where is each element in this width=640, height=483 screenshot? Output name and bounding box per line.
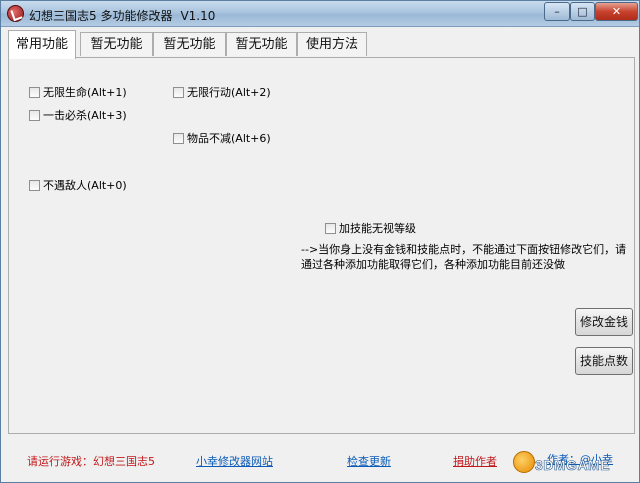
skill-ignore-level-checkbox[interactable]: 加技能无视等级: [325, 220, 416, 236]
checkbox-box[interactable]: [173, 132, 184, 144]
tab-common[interactable]: 常用功能: [8, 30, 76, 59]
checkbox-box[interactable]: [29, 109, 40, 121]
window-title: 幻想三国志5 多功能修改器 V1.10: [29, 7, 215, 24]
donate-link[interactable]: 捐助作者: [453, 453, 497, 469]
infinite-hp-label: 无限生命(Alt+1): [43, 86, 127, 99]
checkbox-box[interactable]: [173, 86, 184, 98]
title-version: V1.10: [180, 9, 216, 23]
one-hit-kill-label: 一击必杀(Alt+3): [43, 109, 127, 122]
tab-empty-3[interactable]: 暂无功能: [226, 32, 297, 56]
tab-panel: 无限生命(Alt+1) 无限行动(Alt+2) 一击必杀(Alt+3) 物品不减…: [8, 57, 635, 434]
items-unlimited-checkbox[interactable]: 物品不减(Alt+6): [173, 130, 271, 146]
run-game-status: 请运行游戏：幻想三国志5: [27, 455, 155, 468]
skill-ignore-level-label: 加技能无视等级: [339, 222, 416, 235]
trainer-window: 幻想三国志5 多功能修改器 V1.10 – □ ✕ 常用功能 暂无功能 暂无功能 …: [0, 0, 640, 483]
no-encounter-label: 不遇敌人(Alt+0): [43, 179, 127, 192]
edit-money-button[interactable]: 修改金钱: [575, 308, 633, 336]
title-bar[interactable]: 幻想三国志5 多功能修改器 V1.10 – □ ✕: [1, 1, 639, 27]
site-link[interactable]: 小幸修改器网站: [196, 453, 273, 469]
title-text: 幻想三国志5 多功能修改器: [29, 9, 173, 23]
tab-empty-1[interactable]: 暂无功能: [80, 32, 153, 56]
tab-empty-2[interactable]: 暂无功能: [153, 32, 226, 56]
minimize-button[interactable]: –: [544, 2, 570, 21]
infinite-hp-checkbox[interactable]: 无限生命(Alt+1): [29, 84, 127, 100]
skill-points-button[interactable]: 技能点数: [575, 347, 633, 375]
no-encounter-checkbox[interactable]: 不遇敌人(Alt+0): [29, 177, 127, 193]
check-update-link[interactable]: 检查更新: [347, 453, 391, 469]
watermark-logo-icon: [513, 451, 535, 473]
watermark-text: 3DMGAME: [535, 457, 611, 474]
items-unlimited-label: 物品不减(Alt+6): [187, 132, 271, 145]
tab-strip: 常用功能 暂无功能 暂无功能 暂无功能 使用方法: [8, 30, 634, 59]
infinite-action-label: 无限行动(Alt+2): [187, 86, 271, 99]
close-button[interactable]: ✕: [595, 2, 638, 21]
help-note: -->当你身上没有金钱和技能点时，不能通过下面按钮修改它们，请通过各种添加功能取…: [301, 243, 627, 271]
checkbox-box[interactable]: [29, 179, 40, 191]
checkbox-box[interactable]: [325, 222, 336, 234]
one-hit-kill-checkbox[interactable]: 一击必杀(Alt+3): [29, 107, 127, 123]
app-icon: [7, 5, 24, 22]
watermark: 3DMGAME: [513, 449, 639, 479]
maximize-button[interactable]: □: [570, 2, 595, 21]
infinite-action-checkbox[interactable]: 无限行动(Alt+2): [173, 84, 271, 100]
checkbox-box[interactable]: [29, 86, 40, 98]
tab-usage[interactable]: 使用方法: [297, 32, 367, 56]
